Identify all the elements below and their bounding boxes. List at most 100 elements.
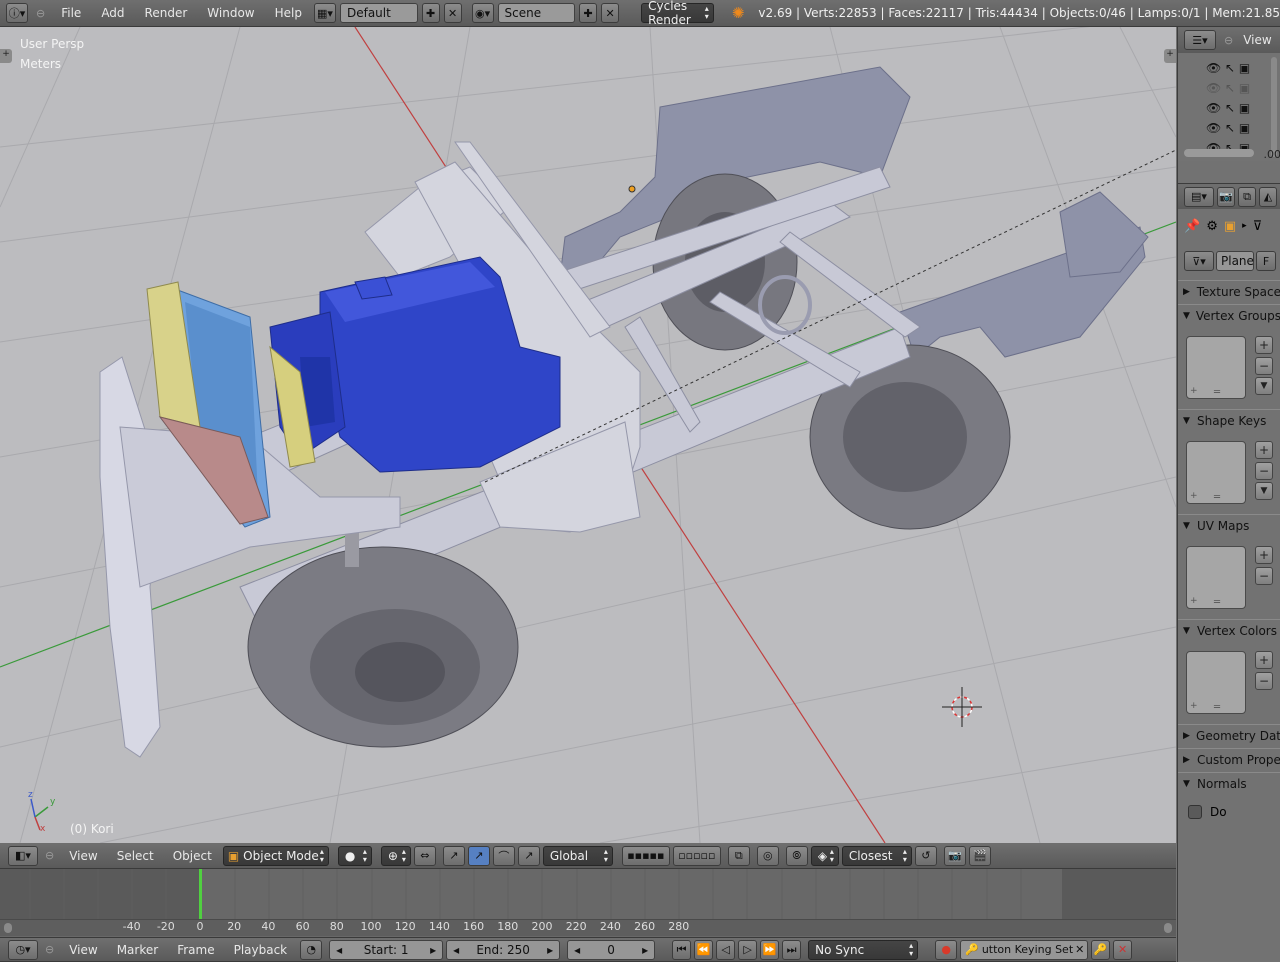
panel-texture-space[interactable]: ▶ Texture Space bbox=[1178, 280, 1280, 302]
scene-icon[interactable]: ◉▾ bbox=[471, 3, 494, 23]
add-layout-icon[interactable]: ✚ bbox=[421, 3, 440, 23]
preview-range-icon[interactable]: ◔ bbox=[300, 939, 323, 960]
properties-toggle-icon[interactable]: + bbox=[1164, 49, 1176, 63]
remove-vertex-color-button[interactable]: − bbox=[1255, 672, 1273, 690]
outliner-row[interactable]: 👁 ↖ ▣ bbox=[1206, 101, 1250, 115]
snap-target-dropdown[interactable]: Closest ▴ ▾ bbox=[841, 845, 912, 866]
sync-dropdown[interactable]: No Sync ▴ ▾ bbox=[808, 939, 919, 960]
snap-element-dropdown[interactable]: ◈ ▴ ▾ bbox=[810, 845, 839, 866]
snap-align-icon[interactable]: ↺ bbox=[914, 845, 937, 866]
remove-uv-map-button[interactable]: − bbox=[1255, 567, 1273, 585]
add-vertex-color-button[interactable]: + bbox=[1255, 651, 1273, 669]
add-vertex-group-button[interactable]: + bbox=[1255, 336, 1273, 354]
render-image-icon[interactable]: 📷 bbox=[943, 845, 966, 866]
add-uv-map-button[interactable]: + bbox=[1255, 546, 1273, 564]
snap-toggle-icon[interactable]: ⦾ bbox=[785, 845, 808, 866]
panel-uv-maps[interactable]: ▼ UV Maps bbox=[1178, 514, 1280, 536]
render-layers-tab-icon[interactable]: ⧉ bbox=[1238, 186, 1256, 207]
list-grip-icon[interactable]: ═ bbox=[1214, 702, 1220, 713]
panel-vertex-colors[interactable]: ▼ Vertex Colors bbox=[1178, 619, 1280, 641]
render-animation-icon[interactable]: 🎬 bbox=[968, 845, 991, 866]
jump-keyframe-back-icon[interactable]: ⏪ bbox=[694, 939, 714, 960]
list-resize-icon[interactable]: + bbox=[1190, 386, 1198, 396]
vertex-colors-list[interactable]: + ═ bbox=[1186, 651, 1246, 714]
panel-geometry-data[interactable]: ▶ Geometry Dat bbox=[1178, 724, 1280, 746]
jump-end-icon[interactable]: ⏭ bbox=[782, 939, 802, 960]
lock-layers-icon[interactable]: ⧉ bbox=[727, 845, 750, 866]
translate-manipulator-icon[interactable]: ↗ bbox=[442, 845, 465, 866]
fake-user-button[interactable]: F bbox=[1256, 251, 1276, 271]
layers-grid-b-icon[interactable]: ▫▫▫▫▫ bbox=[672, 845, 721, 866]
mesh-name-field[interactable]: Plane bbox=[1216, 251, 1254, 271]
render-tab-icon[interactable]: 📷 bbox=[1217, 186, 1235, 207]
timeline-area[interactable]: -40 -20 0 20 40 60 80 100 120 140 160 180 200 220 240 2… bbox=[0, 869, 1176, 939]
viewport-scene[interactable] bbox=[0, 27, 1176, 843]
horizontal-scrollbar[interactable] bbox=[1184, 149, 1254, 157]
outliner-list[interactable]: 👁 ↖ ▣ 👁 ↖ ▣ 👁 ↖ ▣ 👁 ↖ ▣ 👁 ↖ ▣ .00 bbox=[1178, 53, 1280, 161]
list-grip-icon[interactable]: ═ bbox=[1214, 387, 1220, 398]
list-grip-icon[interactable]: ═ bbox=[1214, 492, 1220, 503]
frame-ruler[interactable]: -40 -20 0 20 40 60 80 100 120 140 160 180 200 220 240 2… bbox=[0, 919, 1176, 936]
decrement-arrow-icon[interactable]: ◂ bbox=[453, 943, 459, 957]
insert-keyframe-icon[interactable]: 🔑 bbox=[1091, 939, 1111, 960]
panel-normals[interactable]: ▼ Normals bbox=[1178, 772, 1280, 794]
play-icon[interactable]: ▷ bbox=[738, 939, 758, 960]
start-frame-field[interactable]: ◂ Start: 1 ▸ bbox=[329, 939, 444, 960]
menu-view[interactable]: View bbox=[61, 938, 105, 961]
editor-type-3d-icon[interactable]: ◧▾ bbox=[8, 845, 38, 866]
remove-shape-key-button[interactable]: − bbox=[1255, 462, 1273, 480]
panel-vertex-groups[interactable]: ▼ Vertex Groups bbox=[1178, 304, 1280, 326]
layers-grid-a-icon[interactable]: ▪▪▪▪▪ bbox=[621, 845, 670, 866]
list-resize-icon[interactable]: + bbox=[1190, 596, 1198, 606]
remove-layout-icon[interactable]: ✕ bbox=[443, 3, 462, 23]
outliner-view-menu[interactable]: View bbox=[1241, 27, 1273, 53]
menu-file[interactable]: File bbox=[53, 0, 89, 26]
increment-arrow-icon[interactable]: ▸ bbox=[642, 943, 648, 957]
pin-icon[interactable]: 📌 bbox=[1184, 219, 1200, 234]
manipulator-toggle-icon[interactable]: ⇔ bbox=[413, 845, 436, 866]
play-reverse-icon[interactable]: ◁ bbox=[716, 939, 736, 960]
decrement-arrow-icon[interactable]: ◂ bbox=[336, 943, 342, 957]
editor-type-info-icon[interactable]: ⓘ▾ bbox=[6, 3, 28, 23]
outliner-scrollbar[interactable] bbox=[1271, 57, 1277, 157]
proportional-edit-icon[interactable]: ◎ bbox=[756, 845, 779, 866]
editor-type-properties-icon[interactable]: ▤▾ bbox=[1184, 186, 1214, 207]
uv-maps-list[interactable]: + ═ bbox=[1186, 546, 1246, 609]
panel-shape-keys[interactable]: ▼ Shape Keys bbox=[1178, 409, 1280, 431]
menu-collapse-icon[interactable]: ⊖ bbox=[32, 7, 49, 20]
increment-arrow-icon[interactable]: ▸ bbox=[547, 943, 553, 957]
screen-layout-icon[interactable]: ▦▾ bbox=[313, 3, 336, 23]
clear-keying-set-icon[interactable]: ✕ bbox=[1075, 943, 1084, 956]
screen-layout-field[interactable]: Default bbox=[339, 3, 418, 23]
outliner-row[interactable]: 👁 ↖ ▣ bbox=[1206, 81, 1250, 95]
vertex-groups-list[interactable]: + ═ bbox=[1186, 336, 1246, 399]
scroll-handle-left[interactable] bbox=[4, 923, 12, 933]
menu-frame[interactable]: Frame bbox=[169, 938, 222, 961]
menu-help[interactable]: Help bbox=[267, 0, 310, 26]
menu-add[interactable]: Add bbox=[93, 0, 132, 26]
menu-select[interactable]: Select bbox=[109, 843, 162, 868]
remove-scene-icon[interactable]: ✕ bbox=[601, 3, 620, 23]
delete-keyframe-icon[interactable]: ✕ bbox=[1113, 939, 1133, 960]
increment-arrow-icon[interactable]: ▸ bbox=[430, 943, 436, 957]
editor-type-outliner-icon[interactable]: ☰▾ bbox=[1184, 30, 1216, 50]
pivot-dropdown[interactable]: ⊕ ▴ ▾ bbox=[380, 845, 411, 866]
jump-start-icon[interactable]: ⏮ bbox=[672, 939, 692, 960]
scene-field[interactable]: Scene bbox=[497, 3, 576, 23]
panel-custom-properties[interactable]: ▶ Custom Prope bbox=[1178, 748, 1280, 770]
vertex-group-specials-button[interactable]: ▼ bbox=[1255, 377, 1273, 395]
3d-viewport[interactable]: User Persp Meters (0) Kori z y x + + bbox=[0, 27, 1176, 843]
transform-orientation-icon[interactable]: ↗ bbox=[517, 845, 540, 866]
jump-keyframe-forward-icon[interactable]: ⏩ bbox=[760, 939, 780, 960]
orientation-dropdown[interactable]: Global ▴ ▾ bbox=[542, 845, 613, 866]
menu-render[interactable]: Render bbox=[137, 0, 196, 26]
remove-vertex-group-button[interactable]: − bbox=[1255, 357, 1273, 375]
menu-window[interactable]: Window bbox=[199, 0, 262, 26]
shape-keys-list[interactable]: + ═ bbox=[1186, 441, 1246, 504]
autosmooth-checkbox[interactable] bbox=[1188, 805, 1202, 819]
menu-collapse-icon[interactable]: ⊖ bbox=[41, 943, 58, 956]
render-engine-dropdown[interactable]: Cycles Render ▴ ▾ bbox=[641, 0, 714, 27]
menu-object[interactable]: Object bbox=[165, 843, 220, 868]
keying-set-field[interactable]: 🔑 utton Keying Set ✕ bbox=[960, 939, 1089, 960]
menu-collapse-icon[interactable]: ⊖ bbox=[41, 849, 58, 862]
